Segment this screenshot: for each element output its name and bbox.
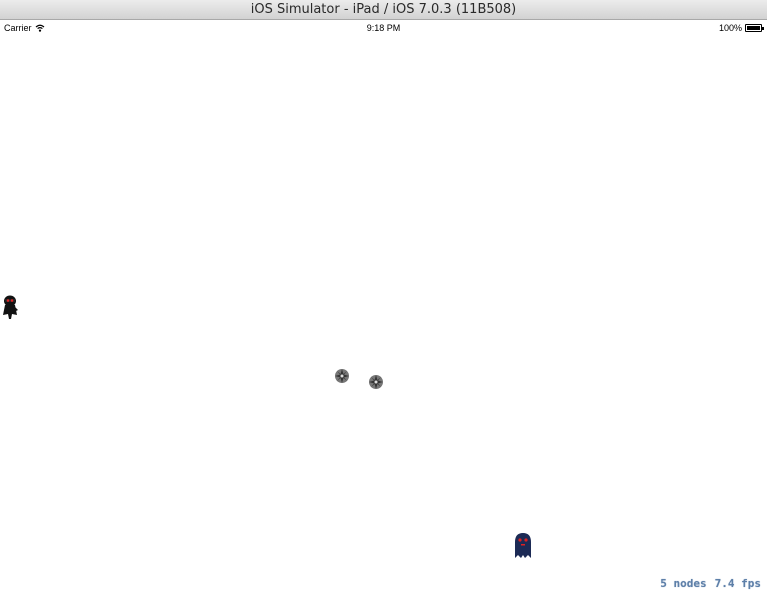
debug-stats: 5 nodes 7.4 fps [660,577,761,590]
shuriken-icon [335,369,349,383]
window-title: iOS Simulator - iPad / iOS 7.0.3 (11B508… [250,2,517,17]
shuriken-icon [369,375,383,389]
node-count: 5 nodes [660,577,707,590]
window-title-bar[interactable]: iOS Simulator - iPad / iOS 7.0.3 (11B508… [0,0,767,20]
ninja-icon [3,295,18,319]
fps-counter: 7.4 fps [714,577,761,590]
status-time: 9:18 PM [366,23,401,33]
battery-group: 100% [718,23,764,33]
simulator-window: iOS Simulator - iPad / iOS 7.0.3 (11B508… [0,0,767,594]
game-scene[interactable]: 5 nodes 7.4 fps [0,36,767,594]
battery-percent: 100% [718,23,742,33]
battery-icon [745,24,764,32]
battery-fill [747,26,760,30]
ghost-monster-icon [515,533,531,558]
ios-status-bar: Carrier 9:18 PM 100% [0,20,767,36]
battery-nub [762,27,764,30]
